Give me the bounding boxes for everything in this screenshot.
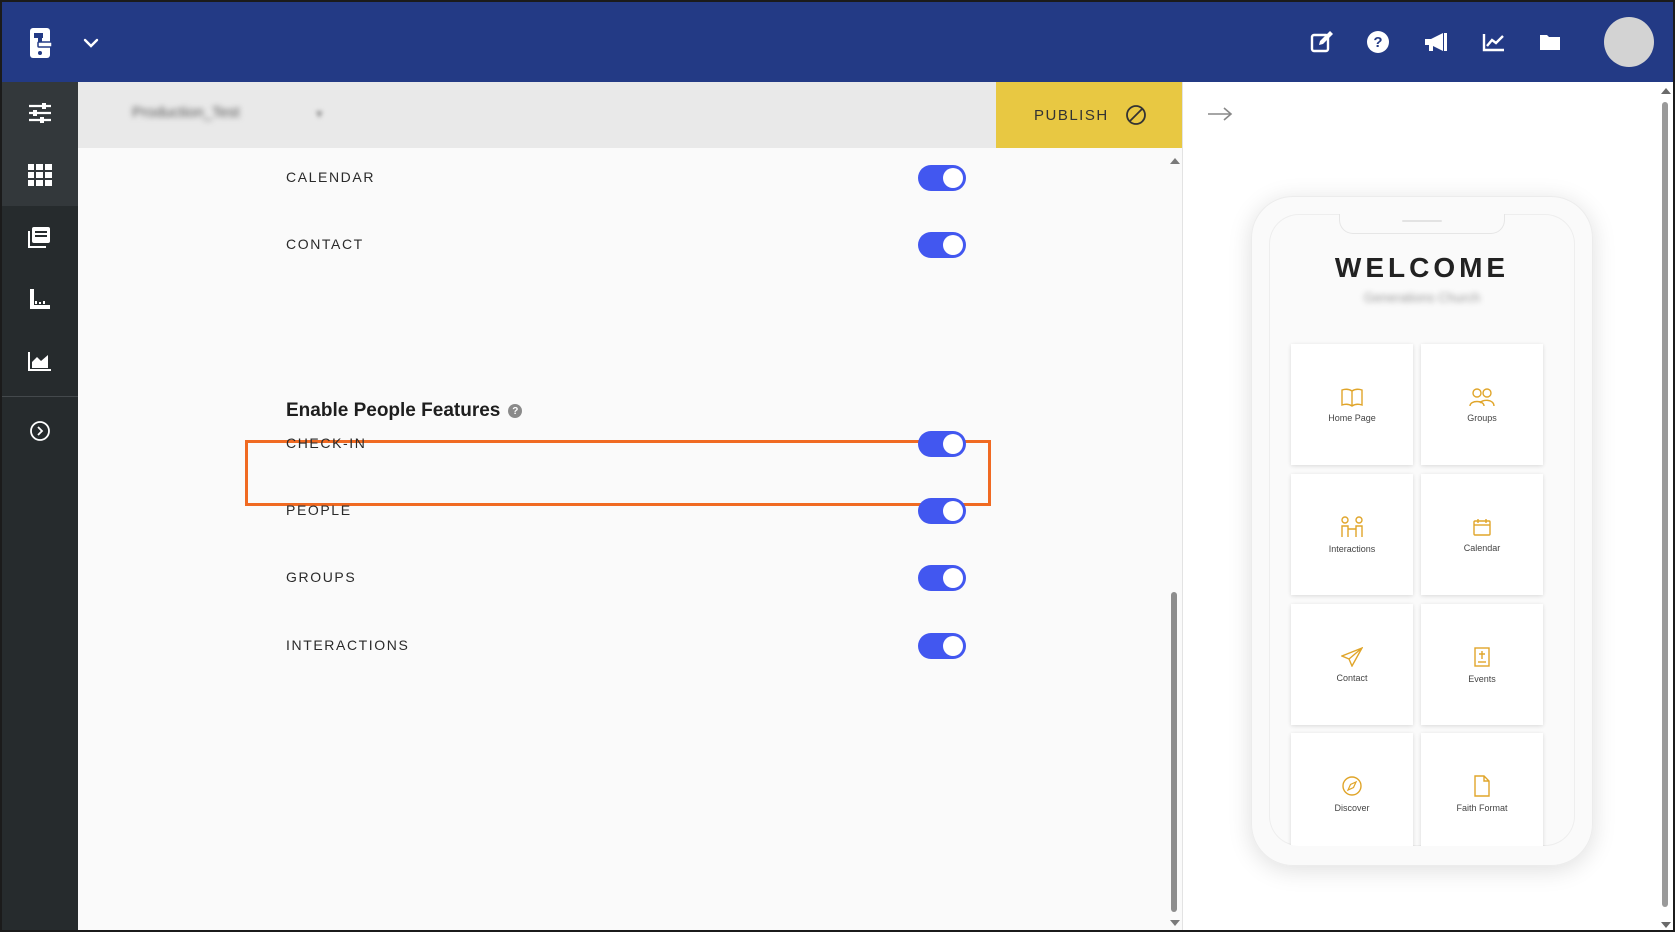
left-sidebar [2,82,78,930]
publish-button[interactable]: PUBLISH [996,82,1182,148]
feature-row-interactions: INTERACTIONS [286,626,982,666]
announcement-icon[interactable] [1422,28,1450,56]
tile-discover[interactable]: Discover [1291,733,1413,846]
people-features-heading: Enable People Features ? [286,400,523,422]
analytics-icon[interactable] [1480,28,1508,56]
people-toggle[interactable] [918,498,966,524]
expand-sidebar-icon[interactable] [2,400,78,462]
people-icon [1469,387,1495,406]
settings-sliders-icon[interactable] [2,82,78,144]
disabled-icon [1125,105,1146,125]
scroll-down-arrow[interactable] [1170,920,1180,926]
app-chevron-down-icon[interactable]: ▾ [316,106,323,122]
section-title: Enable People Features [286,400,501,421]
user-avatar[interactable] [1604,17,1654,67]
interactions-icon [1341,515,1363,537]
feature-row-check-in: CHECK-IN [286,424,982,464]
paper-plane-icon [1341,646,1363,667]
phone-mockup: WELCOME Generations Church Home Page Gro… [1251,196,1593,866]
scrollbar-thumb[interactable] [1662,102,1668,907]
preview-scrollbar[interactable] [1658,82,1673,930]
calendar-toggle[interactable] [918,165,966,191]
phone-notch [1339,214,1505,234]
help-icon[interactable]: ? [1364,28,1392,56]
app-selector-bar[interactable]: Production_Test ▾ [78,82,996,148]
publish-label: PUBLISH [1034,106,1109,124]
feature-row-people: PEOPLE [286,491,982,531]
tile-label: Home Page [1328,412,1376,423]
tile-contact[interactable]: Contact [1291,604,1413,725]
grid-icon[interactable] [2,144,78,206]
phone-screen: WELCOME Generations Church Home Page Gro… [1269,214,1575,846]
app-name[interactable]: Production_Test [132,104,240,121]
tile-label: Interactions [1328,543,1376,554]
scroll-down-arrow[interactable] [1661,922,1671,928]
tile-label: Faith Format [1456,802,1508,813]
editor-scrollbar[interactable] [1166,148,1182,930]
groups-toggle[interactable] [918,565,966,591]
tile-label: Contact [1336,672,1368,683]
tile-groups[interactable]: Groups [1421,344,1543,465]
arrow-right-icon[interactable] [1207,106,1233,127]
church-name: Generations Church [1363,290,1481,305]
feature-label: GROUPS [286,569,357,585]
tile-interactions[interactable]: Interactions [1291,474,1413,595]
calendar-icon [1473,518,1491,536]
feature-label: CALENDAR [286,169,376,185]
app-logo-icon[interactable] [28,26,56,60]
tile-label: Discover [1334,802,1370,813]
editor-panel: Production_Test ▾ PUBLISH CALENDAR CONTA… [78,82,1182,930]
design-tools-icon[interactable] [2,268,78,330]
edit-icon[interactable] [1308,28,1336,56]
app-switcher-chevron-icon[interactable] [80,32,102,54]
tile-label: Calendar [1463,542,1501,553]
tile-home-page[interactable]: Home Page [1291,344,1413,465]
scroll-up-arrow[interactable] [1170,158,1180,164]
events-icon [1474,646,1490,667]
analytics-chart-icon[interactable] [2,330,78,392]
interactions-toggle[interactable] [918,633,966,659]
preview-panel: WELCOME Generations Church Home Page Gro… [1182,82,1673,930]
tile-events[interactable]: Events [1421,604,1543,725]
top-bar: ? [2,2,1673,82]
feature-label: CHECK-IN [286,435,367,451]
scrollbar-thumb[interactable] [1171,592,1177,912]
welcome-title: WELCOME [1334,252,1510,283]
contact-toggle[interactable] [918,232,966,258]
tile-faith-format[interactable]: Faith Format [1421,733,1543,846]
feature-label: PEOPLE [286,502,352,518]
compass-icon [1342,775,1362,796]
scroll-up-arrow[interactable] [1661,88,1671,94]
sidebar-divider [2,396,78,397]
feature-row-groups: GROUPS [286,558,982,598]
check-in-toggle[interactable] [918,431,966,457]
book-icon [1341,388,1363,407]
tile-label: Groups [1467,412,1497,423]
svg-text:?: ? [1373,34,1382,51]
help-icon[interactable]: ? [508,404,523,418]
tile-label: Events [1468,673,1496,684]
feature-row-contact: CONTACT [286,225,982,265]
feature-row-calendar: CALENDAR [286,158,982,198]
pages-icon[interactable] [2,206,78,268]
feature-label: INTERACTIONS [286,637,410,653]
tile-calendar[interactable]: Calendar [1421,474,1543,595]
app-window: ? Production_Test ▾ PUBLISH CALENDAR CON… [0,0,1675,932]
folder-icon[interactable] [1536,28,1564,56]
document-icon [1474,774,1490,797]
feature-label: CONTACT [286,236,364,252]
